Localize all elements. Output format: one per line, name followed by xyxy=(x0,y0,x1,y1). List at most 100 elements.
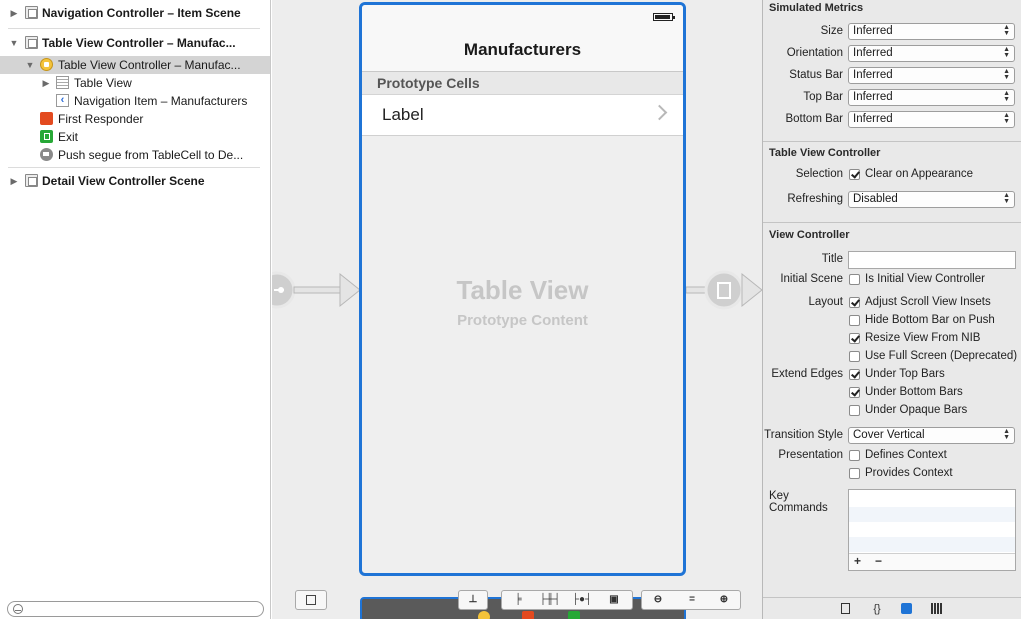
scene-icon xyxy=(25,36,38,49)
refreshing-popup[interactable]: Disabled ▲ ▼ xyxy=(848,191,1015,208)
library-icon[interactable] xyxy=(931,603,943,614)
incoming-segue-arrow[interactable] xyxy=(272,270,372,312)
size-label: Size xyxy=(820,25,843,37)
orientation-value: Inferred xyxy=(853,47,893,59)
pin-icon[interactable]: ├╫┤ xyxy=(538,594,562,606)
outline-row-table-view[interactable]: ▶ Table View xyxy=(0,74,270,92)
adjust-scroll-view-insets-label[interactable]: Adjust Scroll View Insets xyxy=(865,296,991,308)
under-top-bars-checkbox[interactable] xyxy=(849,369,860,380)
resizing-icon[interactable]: ▣ xyxy=(604,594,624,606)
under-top-bars-label[interactable]: Under Top Bars xyxy=(865,368,945,380)
inspector-separator xyxy=(763,222,1021,223)
is-initial-view-controller-label[interactable]: Is Initial View Controller xyxy=(865,273,985,285)
disclosure-triangle-expanded-icon[interactable]: ▼ xyxy=(25,56,35,74)
zoom-fit-icon[interactable]: = xyxy=(682,594,702,606)
push-segue-arrow[interactable] xyxy=(686,270,762,312)
clear-on-appearance-checkbox[interactable] xyxy=(849,169,860,180)
code-icon[interactable]: {} xyxy=(869,603,885,615)
fixed-size-button[interactable]: ⊥ xyxy=(458,590,488,610)
align-icon[interactable]: ╞ xyxy=(508,594,528,606)
hide-bottom-bar-checkbox[interactable] xyxy=(849,315,860,326)
provides-context-label[interactable]: Provides Context xyxy=(865,467,953,479)
outline-filter-field[interactable] xyxy=(7,601,264,617)
navigation-bar[interactable]: Manufacturers xyxy=(362,5,683,72)
use-full-screen-label[interactable]: Use Full Screen (Deprecated) xyxy=(865,350,1017,362)
section-header: Prototype Cells xyxy=(362,72,683,95)
zoom-in-icon[interactable]: ⊕ xyxy=(714,594,734,606)
bottom-bar-label: Bottom Bar xyxy=(785,113,843,125)
disclosure-triangle-collapsed-icon[interactable]: ▶ xyxy=(9,4,19,22)
add-key-command-button[interactable]: + xyxy=(854,554,861,569)
navigation-title[interactable]: Manufacturers xyxy=(362,40,683,60)
popup-arrows-icon: ▲ ▼ xyxy=(1003,428,1010,441)
title-field-label: Title xyxy=(821,253,843,265)
resize-view-from-nib-checkbox[interactable] xyxy=(849,333,860,344)
exit-icon xyxy=(40,130,53,143)
outline-row-table-view-controller[interactable]: ▼ Table View Controller – Manufac... xyxy=(0,56,270,74)
cell-label[interactable]: Label xyxy=(382,105,424,125)
table-row-stripe xyxy=(849,537,1015,552)
bottom-bar-popup[interactable]: Inferred ▲ ▼ xyxy=(848,111,1015,128)
outline-row-first-responder[interactable]: First Responder xyxy=(0,110,270,128)
popup-arrows-icon: ▲ ▼ xyxy=(1003,90,1010,103)
prototype-cell[interactable]: Label xyxy=(362,95,683,136)
outline-separator xyxy=(8,28,260,29)
resize-view-from-nib-label[interactable]: Resize View From NIB xyxy=(865,332,980,344)
file-icon[interactable] xyxy=(841,603,850,614)
adjust-scroll-view-insets-checkbox[interactable] xyxy=(849,297,860,308)
outline-row-table-view-controller-scene[interactable]: ▼ Table View Controller – Manufac... xyxy=(0,34,270,52)
section-header-label: Prototype Cells xyxy=(377,75,480,91)
exit-icon[interactable] xyxy=(568,611,580,619)
outline-row-exit[interactable]: Exit xyxy=(0,128,270,146)
under-opaque-bars-checkbox[interactable] xyxy=(849,405,860,416)
disclosure-triangle-expanded-icon[interactable]: ▼ xyxy=(9,34,19,52)
library-tab-bar: {} xyxy=(763,597,1021,620)
orientation-popup[interactable]: Inferred ▲ ▼ xyxy=(848,45,1015,62)
zoom-button-group[interactable]: ⊖ = ⊕ xyxy=(641,590,741,610)
size-popup[interactable]: Inferred ▲ ▼ xyxy=(848,23,1015,40)
clear-on-appearance-label[interactable]: Clear on Appearance xyxy=(865,168,973,180)
under-opaque-bars-label[interactable]: Under Opaque Bars xyxy=(865,404,967,416)
transition-style-popup[interactable]: Cover Vertical ▲ ▼ xyxy=(848,427,1015,444)
outline-row-label: Table View Controller – Manufac... xyxy=(42,36,236,50)
first-responder-icon[interactable] xyxy=(522,611,534,619)
defines-context-label[interactable]: Defines Context xyxy=(865,449,947,461)
resolve-icon[interactable]: ├●┤ xyxy=(570,594,594,606)
zoom-out-icon[interactable]: ⊖ xyxy=(648,594,668,606)
object-icon[interactable] xyxy=(901,603,912,614)
key-commands-label: Key Commands xyxy=(769,490,828,514)
outline-row-navigation-item[interactable]: ‹ Navigation Item – Manufacturers xyxy=(0,92,270,110)
toggle-document-outline-button[interactable] xyxy=(295,590,327,610)
under-bottom-bars-checkbox[interactable] xyxy=(849,387,860,398)
size-value: Inferred xyxy=(853,25,893,37)
initial-scene-label: Initial Scene xyxy=(780,273,843,285)
hide-bottom-bar-label[interactable]: Hide Bottom Bar on Push xyxy=(865,314,995,326)
outline-row-push-segue[interactable]: Push segue from TableCell to De... xyxy=(0,146,270,164)
storyboard-canvas[interactable]: Manufacturers Prototype Cells Label Tabl… xyxy=(272,0,762,619)
title-text-field[interactable] xyxy=(848,251,1016,269)
table-view-placeholder-subtitle: Prototype Content xyxy=(457,312,588,329)
provides-context-checkbox[interactable] xyxy=(849,468,860,479)
defines-context-checkbox[interactable] xyxy=(849,450,860,461)
under-bottom-bars-label[interactable]: Under Bottom Bars xyxy=(865,386,963,398)
outline-row-navigation-controller-scene[interactable]: ▶ Navigation Controller – Item Scene xyxy=(0,4,270,22)
document-outline-icon xyxy=(306,595,316,605)
status-bar-value: Inferred xyxy=(853,69,893,81)
presentation-label: Presentation xyxy=(778,449,843,461)
table-view-controller-scene[interactable]: Manufacturers Prototype Cells Label Tabl… xyxy=(359,2,686,576)
status-bar-popup[interactable]: Inferred ▲ ▼ xyxy=(848,67,1015,84)
use-full-screen-checkbox[interactable] xyxy=(849,351,860,362)
orientation-label: Orientation xyxy=(786,47,843,59)
auto-layout-button-group[interactable]: ╞ ├╫┤ ├●┤ ▣ xyxy=(501,590,633,610)
top-bar-popup[interactable]: Inferred ▲ ▼ xyxy=(848,89,1015,106)
key-commands-table[interactable]: + − xyxy=(848,489,1016,571)
remove-key-command-button[interactable]: − xyxy=(875,554,882,569)
is-initial-view-controller-checkbox[interactable] xyxy=(849,274,860,285)
outline-row-detail-view-controller-scene[interactable]: ▶ Detail View Controller Scene xyxy=(0,172,270,190)
popup-arrows-icon: ▲ ▼ xyxy=(1003,192,1010,205)
disclosure-triangle-collapsed-icon[interactable]: ▶ xyxy=(9,172,19,190)
table-view-icon xyxy=(56,76,69,89)
disclosure-triangle-collapsed-icon[interactable]: ▶ xyxy=(41,74,51,92)
refreshing-label: Refreshing xyxy=(787,193,843,205)
view-controller-icon[interactable] xyxy=(478,611,490,619)
